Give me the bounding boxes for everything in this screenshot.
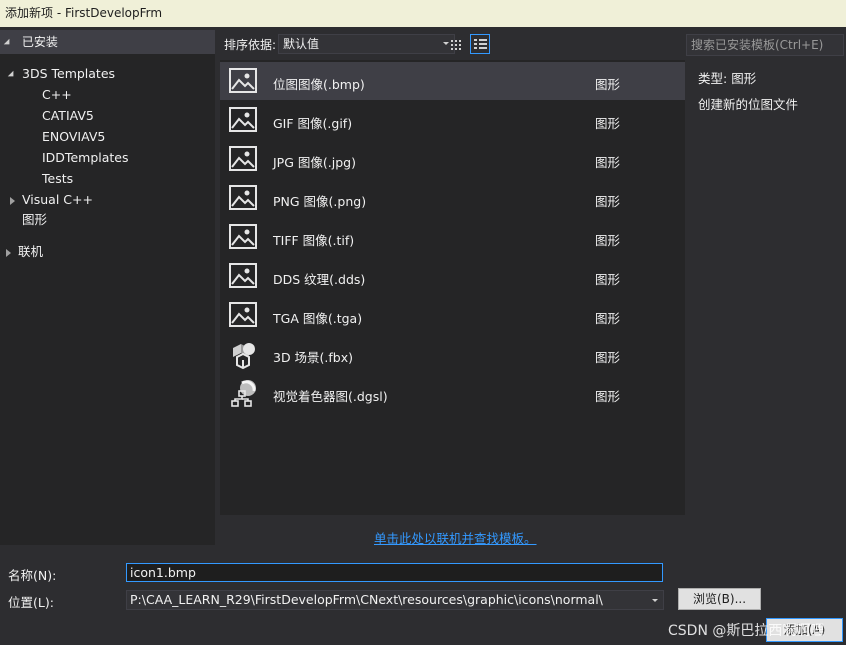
tree-item-enoviav5[interactable]: ENOVIAV5 xyxy=(42,127,105,147)
template-name: TGA 图像(.tga) xyxy=(273,311,363,326)
sort-dropdown[interactable]: 默认值 xyxy=(278,34,455,54)
image-icon xyxy=(229,106,257,134)
tree-item-visual-cpp[interactable]: Visual C++ xyxy=(10,190,93,210)
name-label: 名称(N): xyxy=(8,568,57,583)
image-icon xyxy=(229,67,257,95)
template-row-bmp[interactable]: 位图图像(.bmp) 图形 xyxy=(220,62,685,100)
grid-view-button[interactable] xyxy=(445,34,465,54)
template-category: 图形 xyxy=(595,194,621,209)
tree-item-label: Visual C++ xyxy=(22,192,93,207)
template-name: 3D 场景(.fbx) xyxy=(273,350,354,365)
3d-scene-icon xyxy=(229,340,257,370)
template-category: 图形 xyxy=(595,389,621,404)
image-icon xyxy=(229,262,257,290)
template-name: JPG 图像(.jpg) xyxy=(273,155,356,170)
installed-label: 已安装 xyxy=(21,35,58,49)
template-row-dds[interactable]: DDS 纹理(.dds) 图形 xyxy=(220,257,685,295)
tree-item-iddtemplates[interactable]: IDDTemplates xyxy=(42,148,129,168)
template-list: 位图图像(.bmp) 图形 GIF 图像(.gif) 图形 JPG 图像(.jp… xyxy=(220,60,685,515)
template-name: PNG 图像(.png) xyxy=(273,194,367,209)
expanded-arrow-icon xyxy=(7,70,17,79)
template-row-png[interactable]: PNG 图像(.png) 图形 xyxy=(220,179,685,217)
tree-item-catiav5[interactable]: CATIAV5 xyxy=(42,106,94,126)
template-row-gif[interactable]: GIF 图像(.gif) 图形 xyxy=(220,101,685,139)
template-name: GIF 图像(.gif) xyxy=(273,116,353,131)
location-value: P:\CAA_LEARN_R29\FirstDevelopFrm\CNext\r… xyxy=(130,592,603,607)
template-row-fbx[interactable]: 3D 场景(.fbx) 图形 xyxy=(220,335,685,373)
type-label: 类型: xyxy=(698,71,728,86)
search-input[interactable]: 搜索已安装模板(Ctrl+E) xyxy=(686,34,844,56)
tree-item-online[interactable]: 联机 xyxy=(6,242,43,262)
image-icon xyxy=(229,184,257,212)
window-title: 添加新项 - FirstDevelopFrm xyxy=(0,0,846,27)
template-category-panel xyxy=(0,30,215,545)
tree-item-label: 联机 xyxy=(18,244,44,259)
image-icon xyxy=(229,301,257,329)
tree-item-graphics[interactable]: 图形 xyxy=(22,210,47,230)
template-details: 类型: 图形 创建新的位图文件 xyxy=(698,68,798,120)
template-name: DDS 纹理(.dds) xyxy=(273,272,366,287)
grid-view-icon xyxy=(450,39,462,51)
template-name: 视觉着色器图(.dgsl) xyxy=(273,389,388,404)
collapsed-arrow-icon xyxy=(6,248,11,257)
list-view-icon xyxy=(474,38,487,51)
image-icon xyxy=(229,223,257,251)
template-category: 图形 xyxy=(595,77,621,92)
template-row-tif[interactable]: TIFF 图像(.tif) 图形 xyxy=(220,218,685,256)
image-icon xyxy=(229,145,257,173)
list-view-button[interactable] xyxy=(470,34,490,54)
location-label: 位置(L): xyxy=(8,595,54,610)
type-value: 图形 xyxy=(731,71,757,86)
template-category: 图形 xyxy=(595,272,621,287)
location-dropdown[interactable]: P:\CAA_LEARN_R29\FirstDevelopFrm\CNext\r… xyxy=(126,590,664,610)
template-category: 图形 xyxy=(595,116,621,131)
tree-item-cpp[interactable]: C++ xyxy=(42,85,72,105)
shader-graph-icon xyxy=(229,379,257,407)
tree-item-label: 3DS Templates xyxy=(22,66,116,81)
browse-button[interactable]: 浏览(B)... xyxy=(678,588,761,610)
sort-toolbar: 排序依据: 默认值 xyxy=(216,30,686,58)
sort-value: 默认值 xyxy=(283,37,320,51)
sort-label: 排序依据: xyxy=(224,38,277,52)
template-category: 图形 xyxy=(595,155,621,170)
tree-item-3ds-templates[interactable]: 3DS Templates xyxy=(7,64,116,84)
chevron-down-icon xyxy=(652,599,658,602)
template-description: 创建新的位图文件 xyxy=(698,97,799,112)
tree-item-tests[interactable]: Tests xyxy=(42,169,73,189)
template-category: 图形 xyxy=(595,233,621,248)
template-name: TIFF 图像(.tif) xyxy=(273,233,355,248)
template-category: 图形 xyxy=(595,311,621,326)
template-row-tga[interactable]: TGA 图像(.tga) 图形 xyxy=(220,296,685,334)
template-row-dgsl[interactable]: 视觉着色器图(.dgsl) 图形 xyxy=(220,374,685,412)
collapsed-arrow-icon xyxy=(10,196,15,205)
template-category: 图形 xyxy=(595,350,621,365)
template-name: 位图图像(.bmp) xyxy=(273,77,365,92)
csdn-watermark: CSDN @斯巴拉西啊啊哩 xyxy=(668,623,825,639)
name-field[interactable]: icon1.bmp xyxy=(126,563,663,582)
installed-header[interactable]: 已安装 xyxy=(0,30,215,54)
expanded-arrow-icon xyxy=(3,38,13,47)
template-row-jpg[interactable]: JPG 图像(.jpg) 图形 xyxy=(220,140,685,178)
online-templates-link[interactable]: 单击此处以联机并查找模板。 xyxy=(374,528,537,547)
